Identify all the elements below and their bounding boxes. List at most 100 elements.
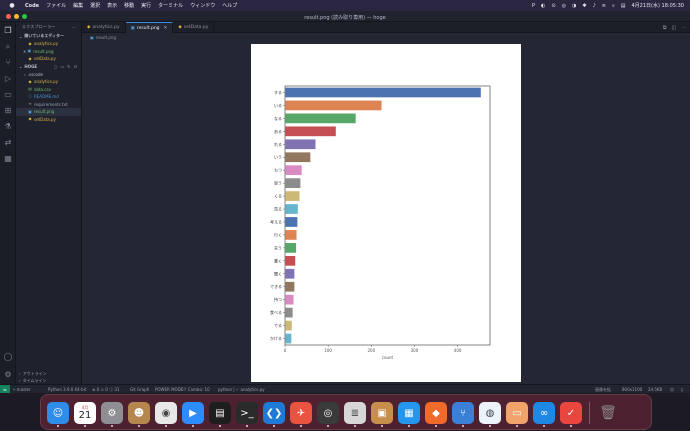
tab-result-png[interactable]: ▣ result.png ✕ (125, 22, 174, 33)
file-tree-item[interactable]: › .vscode (16, 71, 81, 79)
contacts-icon[interactable]: ☻ (128, 402, 150, 424)
system-preferences-icon[interactable]: ⚙ (101, 402, 123, 424)
timeline-section[interactable]: › タイムライン (16, 377, 82, 384)
run-debug-icon[interactable]: ▷ (3, 74, 13, 84)
git-icon[interactable]: ⑂ (452, 402, 474, 424)
menu-app-code[interactable]: Code (25, 3, 39, 9)
open-editor-label: setData.py (34, 56, 56, 62)
open-changes-icon[interactable]: ⧉ (663, 25, 667, 31)
menu-go[interactable]: 移動 (124, 2, 134, 9)
python-file-icon: ◆ (28, 116, 32, 122)
close-tab-icon[interactable]: ✕ (164, 26, 168, 31)
breadcrumb: ▣ result.png (82, 33, 690, 41)
database-icon[interactable]: ≣ (344, 402, 366, 424)
file-tree-item[interactable]: ▤ data.csv (16, 86, 81, 94)
csv-file-icon: ▤ (28, 86, 32, 92)
collapse-all-icon[interactable]: ⊟ (74, 64, 77, 69)
finder-icon[interactable]: ☺ (47, 402, 69, 424)
calendar-icon[interactable]: 4月 21 (74, 402, 96, 424)
file-tree-item[interactable]: ⓘ README.md (16, 93, 81, 101)
sourcetree-icon[interactable]: ◆ (425, 402, 447, 424)
file-tree-label: requirements.txt (34, 101, 68, 107)
file-tree-item[interactable]: ◆ analytics.py (16, 78, 81, 86)
open-editor-item-active[interactable]: ✕ ▣ result.png (16, 48, 81, 56)
tab-setdata-py[interactable]: ◆ setData.py (173, 22, 215, 33)
running-indicator (489, 425, 491, 427)
infinity-icon[interactable]: ∞ (533, 402, 555, 424)
split-editor-icon[interactable]: ◫ (671, 25, 676, 31)
wifi-icon[interactable]: ≋ (602, 3, 606, 9)
window-titlebar: result.png (読み取り専用) — hoge (0, 11, 690, 22)
preview-icon[interactable]: ▭ (506, 402, 528, 424)
chart-bar (285, 243, 297, 253)
testing-icon[interactable]: ⚗ (3, 122, 13, 132)
dock: ☺ 4月 21 ⚙ ☻ ◉ ▶ ▤ >_ ❮❯ ✈ ◎ ≣ ▣ ▦ ◆ ⑂ ◍ ▭ ∞ ✓ 🗑 (40, 394, 652, 430)
outline-section[interactable]: › アウトライン (16, 370, 82, 377)
live-share-icon[interactable]: ⇄ (3, 138, 13, 148)
control-center-icon[interactable]: ▤ (621, 3, 626, 9)
zoom-icon[interactable]: ▶ (182, 402, 204, 424)
manage-gear-icon[interactable]: ⚙ (3, 370, 13, 380)
open-editor-item[interactable]: ◆ analytics.py (16, 40, 81, 48)
bluetooth-icon[interactable]: ✱ (582, 3, 586, 9)
file-tree-item[interactable]: ◆ setData.py (16, 116, 81, 124)
finder-icon-glyph: ☺ (52, 407, 64, 419)
docker-sidebar-icon[interactable]: ▦ (3, 154, 13, 164)
explorer-icon[interactable]: ❐ (3, 26, 13, 36)
new-folder-icon[interactable]: ▭ (61, 64, 65, 69)
chart-bar (285, 255, 296, 266)
open-editor-item[interactable]: ◆ setData.py (16, 55, 81, 63)
project-section[interactable]: ⌄ HOGE ▢ ▭ ↻ ⊟ (16, 63, 81, 71)
clock-icon[interactable]: ✓ (560, 402, 582, 424)
menu-edit[interactable]: 編集 (73, 2, 83, 9)
postgres-icon[interactable]: ◍ (479, 402, 501, 424)
quicktime-icon[interactable]: ◎ (317, 402, 339, 424)
terminal-icon[interactable]: >_ (236, 402, 258, 424)
new-file-icon[interactable]: ▢ (54, 64, 58, 69)
more-actions-icon[interactable]: ··· (681, 25, 686, 31)
menu-window[interactable]: ウィンドウ (190, 2, 215, 9)
file-tree-item[interactable]: ≡ requirements.txt (16, 101, 81, 109)
status-half-circle-icon[interactable]: ◐ (541, 3, 545, 9)
status-circle-icon[interactable]: ◑ (572, 3, 576, 9)
apple-menu-icon[interactable]: ● (8, 2, 16, 9)
archive-icon[interactable]: ▣ (371, 402, 393, 424)
chart-bar (285, 152, 311, 163)
extensions-icon[interactable]: ⊞ (3, 106, 13, 116)
chrome-icon[interactable]: ◉ (155, 402, 177, 424)
status-target-icon[interactable]: ◎ (562, 3, 566, 9)
activity-monitor-icon[interactable]: ▤ (209, 402, 231, 424)
volume-icon[interactable]: ♪ (593, 3, 596, 9)
status-p-icon[interactable]: P (532, 3, 535, 9)
image-file-icon: ▣ (90, 34, 94, 40)
breadcrumb-file[interactable]: result.png (96, 35, 116, 40)
chart-bar (285, 333, 292, 344)
clock-icon-glyph: ✓ (566, 407, 576, 419)
running-indicator (246, 425, 248, 427)
menubar-datetime[interactable]: 4月21日(水) 18:05:30 (632, 2, 685, 9)
chart-bar (285, 165, 302, 176)
account-icon[interactable]: ◯ (3, 352, 13, 362)
tab-analytics-py[interactable]: ◆ analytics.py (82, 22, 126, 33)
trash-icon[interactable]: 🗑 (597, 402, 619, 424)
source-control-icon[interactable]: ⑂ (3, 58, 13, 68)
menu-selection[interactable]: 選択 (90, 2, 100, 9)
refresh-icon[interactable]: ↻ (67, 64, 70, 69)
search-icon[interactable]: ⌕ (3, 42, 13, 52)
menu-run[interactable]: 実行 (141, 2, 151, 9)
menu-view[interactable]: 表示 (107, 2, 117, 9)
menu-file[interactable]: ファイル (46, 2, 66, 9)
file-tree-item-selected[interactable]: ▣ result.png (16, 108, 81, 116)
docker-icon[interactable]: ▦ (398, 402, 420, 424)
close-editor-icon[interactable]: ✕ (23, 49, 26, 54)
menu-terminal[interactable]: ターミナル (158, 2, 183, 9)
spotlight-icon[interactable]: ⌕ (612, 3, 615, 9)
file-tree-label: result.png (34, 109, 55, 115)
menu-help[interactable]: ヘルプ (222, 2, 237, 9)
more-actions-icon[interactable]: ··· (72, 25, 76, 30)
safari-icon[interactable]: ✈ (290, 402, 312, 424)
status-clock-icon[interactable]: ⊙ (551, 3, 555, 9)
remote-explorer-icon[interactable]: ▭ (3, 90, 13, 100)
vscode-icon[interactable]: ❮❯ (263, 402, 285, 424)
open-editors-section[interactable]: ⌄ 開いているエディター (16, 32, 81, 40)
